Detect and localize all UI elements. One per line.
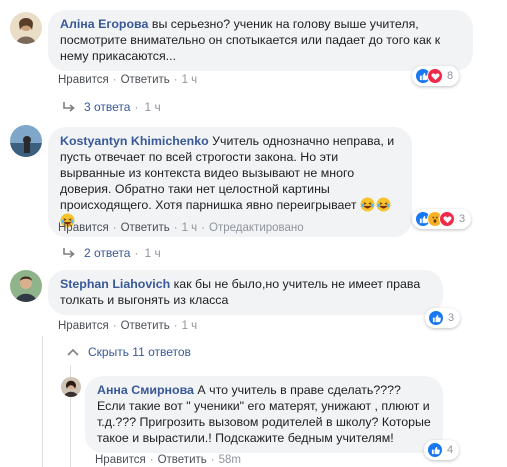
edited-label[interactable]: Отредактировано bbox=[209, 222, 304, 234]
comment-author[interactable]: Kostyantyn Khimichenko bbox=[60, 134, 209, 148]
comment-bubble: Stephan Liahovich как бы не было,но учит… bbox=[48, 270, 443, 315]
avatar[interactable] bbox=[10, 12, 42, 44]
love-icon bbox=[439, 211, 455, 227]
comment-author[interactable]: Аліна Егорова bbox=[60, 17, 148, 31]
avatar[interactable] bbox=[10, 270, 42, 302]
comment-time[interactable]: 1 ч bbox=[182, 74, 198, 86]
comment-time[interactable]: 1 ч bbox=[182, 320, 198, 332]
avatar[interactable] bbox=[61, 377, 81, 397]
reactions-count: 3 bbox=[448, 312, 455, 324]
avatar[interactable] bbox=[10, 125, 42, 157]
reactions-summary[interactable]: 3 bbox=[412, 209, 472, 229]
comment-actions: Нравится · Ответить · 1 ч bbox=[58, 74, 198, 86]
reply-author[interactable]: Анна Смирнова bbox=[97, 383, 194, 397]
reply-arrow-icon bbox=[63, 248, 75, 258]
reactions-count: 8 bbox=[447, 70, 454, 82]
like-link[interactable]: Нравится bbox=[58, 222, 109, 234]
love-icon bbox=[427, 68, 443, 84]
reply-link[interactable]: Ответить bbox=[121, 74, 170, 86]
reply-link[interactable]: Ответить bbox=[121, 320, 170, 332]
reactions-summary[interactable]: 4 bbox=[424, 440, 460, 460]
like-link[interactable]: Нравится bbox=[58, 320, 109, 332]
comment-bubble: Аліна Егорова вы серьезно? ученик на гол… bbox=[48, 10, 473, 71]
like-link[interactable]: Нравится bbox=[95, 454, 146, 466]
like-link[interactable]: Нравится bbox=[58, 74, 109, 86]
reactions-count: 3 bbox=[459, 213, 466, 225]
replies-count[interactable]: 3 ответа bbox=[84, 100, 130, 114]
comment-actions: Нравится · Ответить · 1 ч bbox=[58, 320, 198, 332]
reply-actions: Нравится · Ответить · 58m bbox=[95, 454, 241, 466]
like-icon bbox=[428, 310, 444, 326]
reply-link[interactable]: Ответить bbox=[121, 222, 170, 234]
hide-replies-label[interactable]: Скрыть 11 ответов bbox=[88, 345, 191, 359]
reply-link[interactable]: Ответить bbox=[158, 454, 207, 466]
like-icon bbox=[427, 442, 443, 458]
replies-time: 1 ч bbox=[144, 246, 161, 260]
reactions-count: 4 bbox=[447, 444, 454, 456]
view-replies-link[interactable]: 2 ответа · 1 ч bbox=[62, 246, 161, 260]
hide-replies-link[interactable]: Скрыть 11 ответов bbox=[66, 345, 191, 359]
reply-bubble: Анна Смирнова А что учитель в праве сдел… bbox=[85, 376, 443, 453]
thread-line bbox=[42, 336, 43, 467]
comment-author[interactable]: Stephan Liahovich bbox=[60, 277, 170, 291]
reactions-summary[interactable]: 3 bbox=[425, 308, 461, 328]
comment-actions: Нравится · Ответить · 1 ч · Отредактировано bbox=[58, 222, 304, 234]
comment-time[interactable]: 1 ч bbox=[182, 222, 198, 234]
collapse-arrow-icon bbox=[67, 348, 79, 356]
reply-arrow-icon bbox=[63, 102, 75, 112]
replies-time: 1 ч bbox=[144, 100, 161, 114]
reactions-summary[interactable]: 8 bbox=[412, 66, 460, 86]
comment-bubble: Kostyantyn Khimichenko Учитель однозначн… bbox=[48, 127, 412, 237]
view-replies-link[interactable]: 3 ответа · 1 ч bbox=[62, 100, 161, 114]
reply-time[interactable]: 58m bbox=[219, 454, 241, 466]
replies-count[interactable]: 2 ответа bbox=[84, 246, 130, 260]
